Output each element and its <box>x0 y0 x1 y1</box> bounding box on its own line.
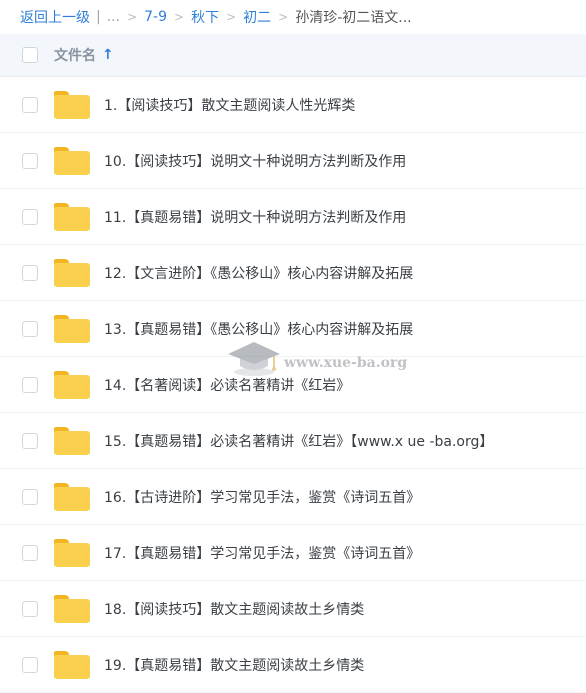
breadcrumb-separator: > <box>226 10 237 24</box>
file-row[interactable]: 1.【阅读技巧】散文主题阅读人性光辉类 <box>0 77 586 133</box>
back-link[interactable]: 返回上一级 <box>20 7 90 27</box>
folder-icon <box>54 202 90 231</box>
breadcrumb-separator: > <box>127 10 138 24</box>
folder-icon <box>54 314 90 343</box>
row-checkbox[interactable] <box>22 432 38 449</box>
file-list-header: 文件名 ↑ <box>0 34 586 77</box>
folder-icon <box>54 370 90 399</box>
file-row[interactable]: 15.【真题易错】必读名著精讲《红岩》【www.x ue -ba.org】 <box>0 413 586 469</box>
row-checkbox[interactable] <box>22 544 38 561</box>
breadcrumb-item-autumn[interactable]: 秋下 <box>191 7 219 27</box>
file-row[interactable]: 11.【真题易错】说明文十种说明方法判断及作用 <box>0 189 586 245</box>
breadcrumb: 返回上一级 | ... > 7-9 > 秋下 > 初二 > 孙清珍-初二语文..… <box>0 0 586 34</box>
breadcrumb-item-grade[interactable]: 初二 <box>243 7 271 27</box>
file-name[interactable]: 12.【文言进阶】《愚公移山》核心内容讲解及拓展 <box>104 263 413 283</box>
folder-icon <box>54 538 90 567</box>
file-name[interactable]: 17.【真题易错】学习常见手法，鉴赏《诗词五首》 <box>104 543 420 563</box>
folder-icon <box>54 146 90 175</box>
file-row[interactable]: 12.【文言进阶】《愚公移山》核心内容讲解及拓展 <box>0 245 586 301</box>
row-checkbox[interactable] <box>22 488 38 505</box>
breadcrumb-ellipsis[interactable]: ... <box>107 9 120 25</box>
breadcrumb-current: 孙清珍-初二语文... <box>295 10 412 26</box>
file-name[interactable]: 1.【阅读技巧】散文主题阅读人性光辉类 <box>104 95 355 115</box>
file-name[interactable]: 15.【真题易错】必读名著精讲《红岩》【www.x ue -ba.org】 <box>104 431 493 451</box>
file-name[interactable]: 16.【古诗进阶】学习常见手法，鉴赏《诗词五首》 <box>104 487 420 507</box>
folder-icon <box>54 594 90 623</box>
folder-icon <box>54 258 90 287</box>
breadcrumb-separator: > <box>278 10 289 24</box>
file-name[interactable]: 18.【阅读技巧】散文主题阅读故土乡情类 <box>104 599 364 619</box>
folder-icon <box>54 650 90 679</box>
file-row[interactable]: 16.【古诗进阶】学习常见手法，鉴赏《诗词五首》 <box>0 469 586 525</box>
row-checkbox[interactable] <box>22 376 38 393</box>
file-name[interactable]: 11.【真题易错】说明文十种说明方法判断及作用 <box>104 207 406 227</box>
row-checkbox[interactable] <box>22 96 38 113</box>
row-checkbox[interactable] <box>22 264 38 281</box>
file-row[interactable]: 19.【真题易错】散文主题阅读故土乡情类 <box>0 637 586 693</box>
row-checkbox[interactable] <box>22 208 38 225</box>
select-all-checkbox[interactable] <box>22 47 38 63</box>
row-checkbox[interactable] <box>22 152 38 169</box>
file-name[interactable]: 14.【名著阅读】必读名著精讲《红岩》 <box>104 375 350 395</box>
sort-arrow-icon[interactable]: ↑ <box>102 47 114 63</box>
file-name[interactable]: 10.【阅读技巧】说明文十种说明方法判断及作用 <box>104 151 406 171</box>
file-row[interactable]: 13.【真题易错】《愚公移山》核心内容讲解及拓展 <box>0 301 586 357</box>
folder-icon <box>54 482 90 511</box>
row-checkbox[interactable] <box>22 320 38 337</box>
folder-icon <box>54 90 90 119</box>
breadcrumb-item-7-9[interactable]: 7-9 <box>144 9 167 25</box>
file-row[interactable]: 18.【阅读技巧】散文主题阅读故土乡情类 <box>0 581 586 637</box>
breadcrumb-divider: | <box>96 9 101 25</box>
folder-icon <box>54 426 90 455</box>
file-name[interactable]: 13.【真题易错】《愚公移山》核心内容讲解及拓展 <box>104 319 413 339</box>
file-row[interactable]: 14.【名著阅读】必读名著精讲《红岩》 <box>0 357 586 413</box>
row-checkbox[interactable] <box>22 656 38 673</box>
file-name[interactable]: 19.【真题易错】散文主题阅读故土乡情类 <box>104 655 364 675</box>
breadcrumb-separator: > <box>174 10 185 24</box>
file-row[interactable]: 10.【阅读技巧】说明文十种说明方法判断及作用 <box>0 133 586 189</box>
column-filename[interactable]: 文件名 <box>54 45 96 65</box>
file-row[interactable]: 17.【真题易错】学习常见手法，鉴赏《诗词五首》 <box>0 525 586 581</box>
file-list: 1.【阅读技巧】散文主题阅读人性光辉类 10.【阅读技巧】说明文十种说明方法判断及… <box>0 77 586 693</box>
row-checkbox[interactable] <box>22 600 38 617</box>
